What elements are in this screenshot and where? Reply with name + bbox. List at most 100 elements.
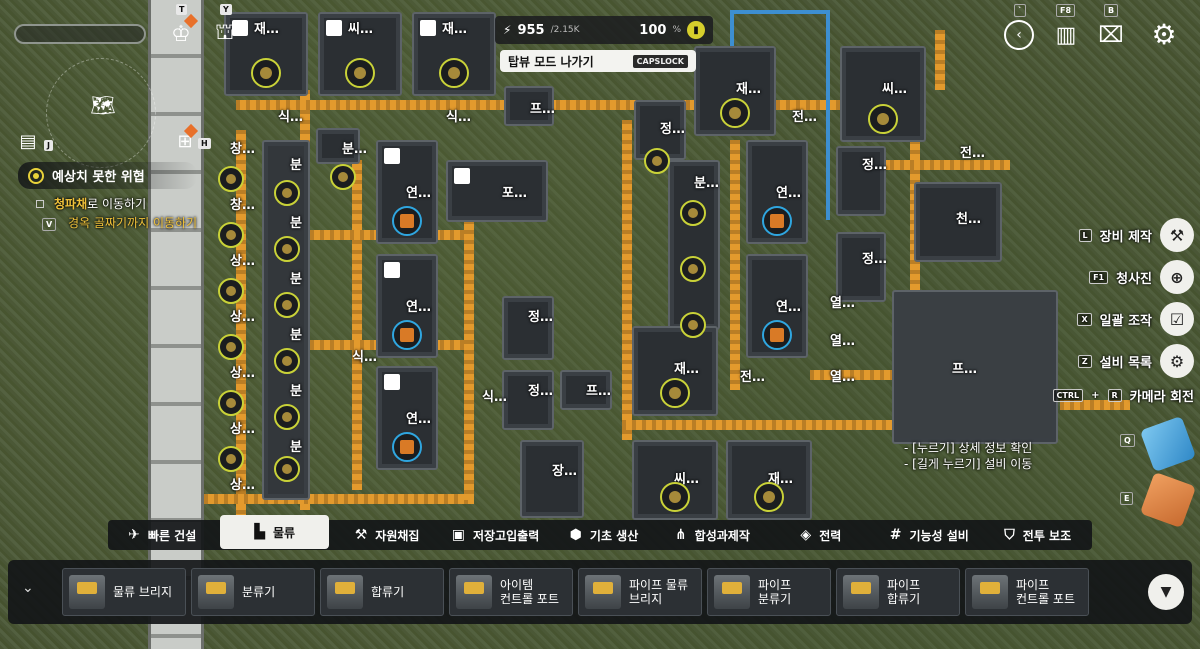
category-label: 자원채집 (375, 528, 420, 543)
building-yeon[interactable]: 연… (746, 254, 808, 358)
resource-node[interactable] (330, 164, 356, 190)
batch-operation-button[interactable]: X 일괄 조작 ☑ (1077, 302, 1194, 336)
power-value: 955 (517, 22, 545, 38)
building-label: 분 (290, 216, 302, 231)
building-peu[interactable]: 프… (504, 86, 555, 126)
info-icon[interactable]: ▤ (14, 126, 42, 156)
building-po[interactable]: 포… (446, 160, 548, 222)
category-basic-production[interactable]: ⬢ 기초 생산 (550, 520, 658, 550)
item-pipe-bridge[interactable]: 파이프 물류 브리지 (578, 568, 702, 616)
tower-icon[interactable]: ⛫ (208, 18, 242, 50)
rotate-right-key: E (1120, 492, 1134, 505)
resource-node[interactable] (274, 180, 300, 206)
quest-tracker[interactable]: 예상치 못한 위협 청파채로 이동하기 V 경옥 골짜기까지 이동하기 (18, 162, 198, 231)
minimap-toggle[interactable] (14, 24, 146, 44)
building-label: 장… (552, 464, 577, 479)
building-label: 정… (862, 252, 887, 267)
blueprint-button[interactable]: F1 청사진 ⊕ (1089, 260, 1194, 294)
category-combat-support[interactable]: ⛉ 전투 보조 (984, 520, 1092, 550)
building-bun-column[interactable]: 분… (668, 160, 720, 330)
building-yeon[interactable]: 연… (376, 254, 438, 358)
building-label: 프… (530, 102, 555, 117)
building-jeong[interactable]: 정… (502, 370, 554, 430)
category-quick-build[interactable]: ✈ 빠른 건설 (108, 520, 216, 550)
resource-node[interactable] (680, 200, 706, 226)
resource-node[interactable] (218, 334, 244, 360)
category-function-facility[interactable]: # 기능성 설비 (875, 520, 983, 550)
resource-node[interactable] (218, 166, 244, 192)
item-splitter[interactable]: 분류기 (191, 568, 315, 616)
category-power[interactable]: ◈ 전력 (767, 520, 875, 550)
item-pipe-splitter[interactable]: 파이프 분류기 (707, 568, 831, 616)
item-logistics-bridge[interactable]: 물류 브리지 (62, 568, 186, 616)
resource-node[interactable] (680, 256, 706, 282)
item-control-port[interactable]: 아이템 컨트롤 포트 (449, 568, 573, 616)
resource-node[interactable] (218, 446, 244, 472)
resource-node[interactable] (218, 390, 244, 416)
quest-substep: V 경옥 골짜기까지 이동하기 (18, 214, 197, 231)
quest-title-row[interactable]: 예상치 못한 위협 (18, 162, 198, 189)
function-facility-icon: # (889, 527, 902, 543)
building-jae[interactable]: 재… (694, 46, 776, 136)
building-yeon[interactable]: 연… (376, 366, 438, 470)
item-pipe-control-port[interactable]: 파이프 컨트롤 포트 (965, 568, 1089, 616)
resource-node[interactable] (218, 278, 244, 304)
quest-substep-text: 경옥 골짜기까지 이동하기 (68, 216, 198, 230)
category-resource-gather[interactable]: ⚒ 자원채집 (333, 520, 441, 550)
battery-icon[interactable]: ▮ (687, 21, 705, 39)
collapse-chevron-icon[interactable]: ⌄ (22, 580, 34, 596)
building-jang[interactable]: 장… (520, 440, 584, 518)
facility-list-button[interactable]: Z 설비 목록 ⚙ (1077, 344, 1194, 378)
building-bun[interactable]: 분… (316, 128, 367, 164)
building-yeon[interactable]: 연… (746, 140, 808, 244)
build-item-tray: ⌄ 물류 브리지 분류기 합류기 아이템 컨트롤 포트 파이프 물류 브리지 파이프… (8, 560, 1192, 624)
resource-node[interactable] (274, 456, 300, 482)
exit-topview-button[interactable]: 탑뷰 모드 나가기 CAPSLOCK (500, 50, 696, 72)
category-logistics[interactable]: ▙ 물류 (220, 515, 329, 549)
inventory-icon[interactable]: ▥ (1052, 18, 1080, 52)
resource-node[interactable] (274, 236, 300, 262)
building-peu[interactable]: 프… (560, 370, 612, 410)
building-cheon[interactable]: 천… (914, 182, 1002, 262)
filter-icon[interactable]: ▼ (1148, 574, 1184, 610)
control-port-icon (456, 575, 492, 609)
building-label: 분 (290, 384, 302, 399)
building-label: 재… (736, 82, 761, 97)
resource-gather-icon: ⚒ (354, 527, 368, 543)
item-label-2: 컨트롤 포트 (500, 592, 560, 606)
building-ssi[interactable]: 씨… (318, 12, 402, 96)
building-jae[interactable]: 재… (726, 440, 812, 520)
resource-node[interactable] (274, 348, 300, 374)
building-ssi[interactable]: 씨… (632, 440, 718, 520)
building-jeong[interactable]: 정… (836, 146, 887, 216)
storage-io-icon: ▣ (451, 527, 466, 543)
heater-label: 열… (830, 296, 855, 311)
category-label: 전력 (819, 528, 842, 543)
logistics-bridge-icon (69, 575, 105, 609)
resource-node[interactable] (680, 312, 706, 338)
resource-node[interactable] (274, 404, 300, 430)
pylon-label: 전… (740, 370, 765, 385)
building-ssi[interactable]: 씨… (840, 46, 926, 142)
pipe-splitter-icon (714, 575, 750, 609)
building-jeong[interactable]: 정… (502, 296, 554, 360)
back-icon[interactable]: ‹ (1004, 20, 1034, 50)
resource-node[interactable] (644, 148, 670, 174)
settings-gear-icon[interactable]: ⚙ (1142, 12, 1186, 56)
equipment-craft-button[interactable]: L 장비 제작 ⚒ (1078, 218, 1194, 252)
factory-map[interactable]: 재… 씨… 재… 연… 연… 연… 포… 프… 정… 정… 프… 장… 정… 분… (0, 0, 1200, 649)
building-yeon[interactable]: 연… (376, 140, 438, 244)
item-pipe-merger[interactable]: 파이프 합류기 (836, 568, 960, 616)
category-synthesis[interactable]: ⋔ 합성과제작 (658, 520, 766, 550)
resource-node[interactable] (274, 292, 300, 318)
map-search-icon[interactable]: 🗺 (88, 90, 118, 120)
building-core[interactable]: 프… (892, 290, 1058, 444)
item-merger[interactable]: 합류기 (320, 568, 444, 616)
resource-node[interactable] (218, 222, 244, 248)
item-label: 분류기 (242, 585, 276, 599)
category-storage-io[interactable]: ▣ 저장고입출력 (441, 520, 549, 550)
building-jae[interactable]: 재… (412, 12, 496, 96)
building-jae[interactable]: 재… (632, 326, 718, 416)
conveyor-belt (622, 420, 922, 430)
bag-icon[interactable]: ⌧ (1094, 18, 1128, 52)
